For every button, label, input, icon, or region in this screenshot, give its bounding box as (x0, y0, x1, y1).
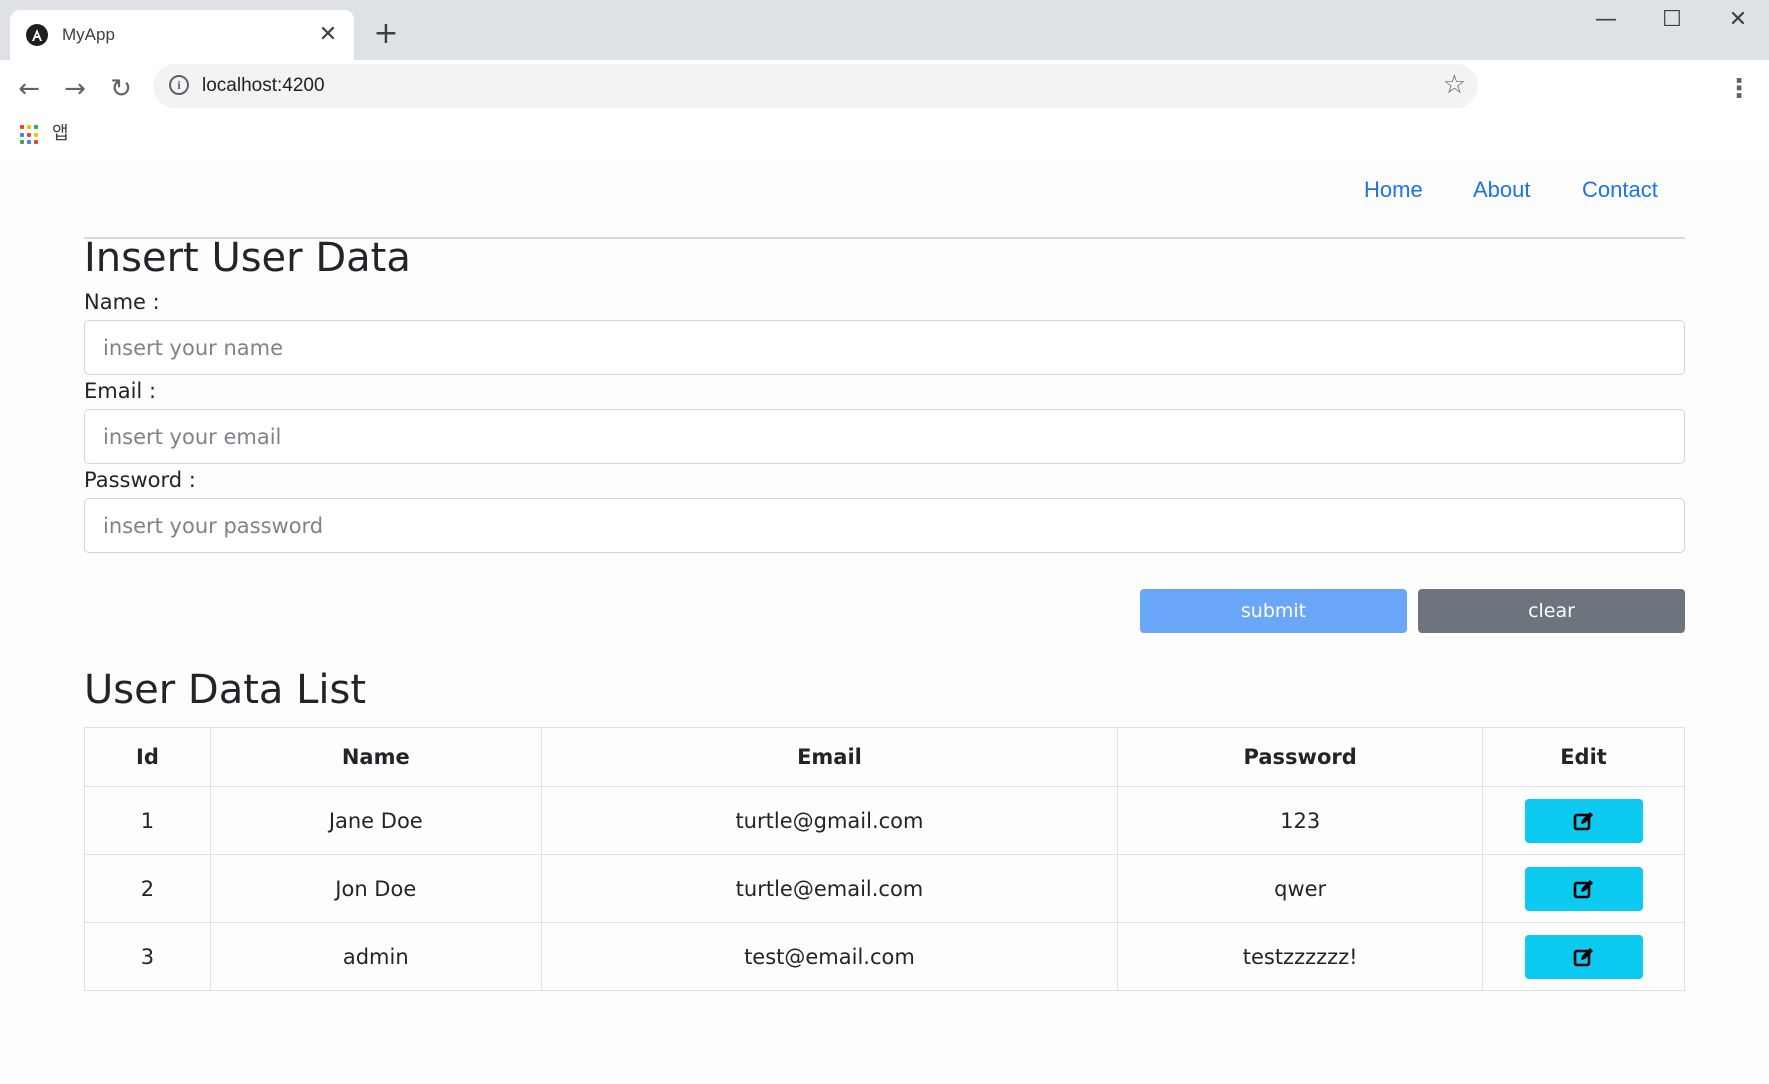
cell-password: 123 (1117, 786, 1484, 855)
apps-grid-icon[interactable] (20, 125, 40, 145)
browser-toolbar: ← → ↻ i localhost:4200 ☆ ⋮ 앱 (0, 60, 1769, 174)
edit-button[interactable] (1524, 934, 1643, 979)
form-title: Insert User Data (84, 235, 411, 281)
clear-button[interactable]: clear (1418, 589, 1685, 633)
back-arrow-icon[interactable]: ← (12, 72, 46, 106)
nav-link-about[interactable]: About (1473, 177, 1531, 203)
nav-link-home[interactable]: Home (1364, 177, 1423, 203)
bookmarks-apps-label[interactable]: 앱 (52, 119, 69, 145)
cell-password: qwer (1117, 854, 1484, 923)
name-label: Name : (84, 290, 160, 314)
header-id: Id (84, 727, 211, 787)
table-row: 1 Jane Doe turtle@gmail.com 123 (84, 786, 1685, 855)
user-data-table: Id Name Email Password Edit 1 Jane Doe t… (84, 727, 1685, 991)
cell-email: turtle@email.com (540, 854, 1119, 923)
close-window-icon[interactable]: ✕ (1718, 6, 1758, 34)
email-input[interactable] (84, 409, 1685, 464)
table-header-row: Id Name Email Password Edit (84, 727, 1685, 787)
password-input[interactable] (84, 498, 1685, 553)
cell-name: Jon Doe (209, 854, 542, 923)
edit-icon (1573, 879, 1593, 898)
header-email: Email (540, 727, 1119, 787)
minimize-icon[interactable]: — (1586, 6, 1626, 34)
browser-tabstrip: MyApp ✕ + — ☐ ✕ (0, 0, 1769, 60)
list-title: User Data List (84, 667, 367, 713)
edit-icon (1573, 811, 1593, 830)
forward-arrow-icon[interactable]: → (58, 72, 92, 106)
angular-icon (26, 24, 48, 46)
password-label: Password : (84, 468, 196, 492)
top-navbar: Home About Contact (84, 159, 1685, 239)
tab-close-icon[interactable]: ✕ (316, 23, 340, 47)
address-bar[interactable]: i localhost:4200 ☆ (153, 64, 1478, 108)
cell-edit (1482, 854, 1685, 923)
cell-password: testzzzzzz! (1117, 922, 1484, 991)
table-row: 3 admin test@email.com testzzzzzz! (84, 922, 1685, 991)
page-content: Home About Contact Insert User Data Name… (0, 159, 1769, 1084)
name-input[interactable] (84, 320, 1685, 375)
email-label: Email : (84, 379, 157, 403)
submit-button[interactable]: submit (1140, 589, 1407, 633)
header-edit: Edit (1482, 727, 1685, 787)
address-url[interactable]: localhost:4200 (202, 75, 325, 97)
cell-id: 2 (84, 854, 211, 923)
edit-button[interactable] (1524, 798, 1643, 843)
edit-icon (1573, 947, 1593, 966)
cell-email: test@email.com (540, 922, 1119, 991)
header-password: Password (1117, 727, 1484, 787)
edit-button[interactable] (1524, 866, 1643, 911)
info-icon[interactable]: i (169, 75, 189, 95)
cell-email: turtle@gmail.com (540, 786, 1119, 855)
cell-name: admin (209, 922, 542, 991)
cell-id: 3 (84, 922, 211, 991)
cell-edit (1482, 922, 1685, 991)
header-name: Name (209, 727, 542, 787)
nav-link-contact[interactable]: Contact (1582, 177, 1658, 203)
maximize-icon[interactable]: ☐ (1652, 6, 1692, 34)
cell-edit (1482, 786, 1685, 855)
tab-title: MyApp (62, 25, 115, 44)
cell-name: Jane Doe (209, 786, 542, 855)
kebab-menu-icon[interactable]: ⋮ (1724, 72, 1754, 106)
table-row: 2 Jon Doe turtle@email.com qwer (84, 854, 1685, 923)
new-tab-icon[interactable]: + (372, 19, 400, 49)
cell-id: 1 (84, 786, 211, 855)
star-icon[interactable]: ☆ (1443, 70, 1466, 100)
reload-icon[interactable]: ↻ (104, 72, 138, 106)
browser-tab[interactable]: MyApp ✕ (10, 10, 354, 60)
